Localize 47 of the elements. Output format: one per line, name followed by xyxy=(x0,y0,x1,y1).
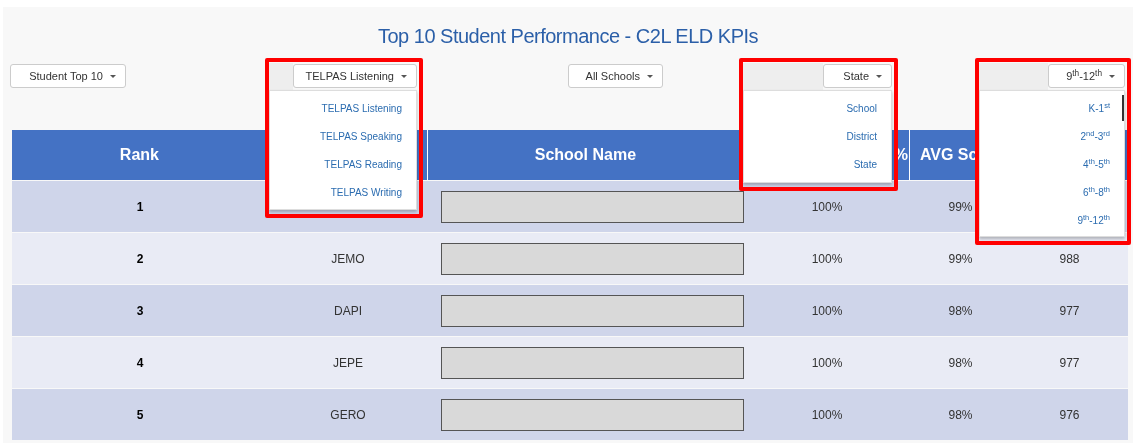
rank-cell-text: 4 xyxy=(136,354,144,372)
rank-cell-text: 3 xyxy=(136,302,144,320)
table-cell-text: 977 xyxy=(1059,302,1080,320)
table-cell-text: 100% xyxy=(811,354,843,372)
menu-item[interactable]: 9$^{th}$-12$^{th}$ xyxy=(980,207,1124,235)
rank-cell-text: 1 xyxy=(136,198,144,216)
caret-icon xyxy=(401,74,407,78)
dropdown-button[interactable]: Student Top 10 xyxy=(10,64,126,88)
column-header: Rank xyxy=(12,130,267,180)
dropdown-button[interactable]: All Schools xyxy=(568,64,663,88)
dropdown-button[interactable]: 9$^{th}$-12$^{th}$ xyxy=(1048,64,1125,88)
menu-item[interactable]: K-1$^{st}$ xyxy=(980,95,1124,123)
dropdown-button[interactable]: TELPAS Listening xyxy=(293,64,417,88)
dropdown-strip xyxy=(979,63,1048,90)
table-cell-text: 100% xyxy=(811,198,843,216)
menu-item[interactable]: TELPAS Reading xyxy=(270,151,416,179)
rank-cell-text: 2 xyxy=(136,250,144,268)
table-cell-text: 988 xyxy=(1059,250,1080,268)
table-cell-text: 100% xyxy=(811,250,843,268)
table-cell-text: 100% xyxy=(811,406,843,424)
table-cell-text: JEMO xyxy=(331,250,365,268)
table-cell-text: DAPI xyxy=(334,302,362,320)
menu-item[interactable]: TELPAS Writing xyxy=(270,179,416,207)
table-cell-text: 100% xyxy=(811,302,843,320)
menu-item[interactable]: TELPAS Listening xyxy=(270,95,416,123)
caret-icon xyxy=(876,74,882,78)
table-cell-text: GERO xyxy=(330,406,366,424)
table-cell-text: 976 xyxy=(1059,406,1080,424)
table-cell-text: 99% xyxy=(948,250,973,268)
dropdown-strip xyxy=(269,63,293,90)
dropdown-button[interactable]: State xyxy=(823,64,892,88)
caret-icon xyxy=(647,74,653,78)
page-title: Top 10 Student Performance - C2L ELD KPIs xyxy=(377,24,759,49)
menu-item[interactable]: State xyxy=(744,151,891,179)
menu-item[interactable]: 6$^{th}$-8$^{th}$ xyxy=(980,179,1124,207)
scrollbar[interactable] xyxy=(1122,95,1124,121)
table-cell-text: 98% xyxy=(948,302,973,320)
table-cell-text: 98% xyxy=(948,406,973,424)
menu-item[interactable]: School xyxy=(744,95,891,123)
rank-cell-text: 5 xyxy=(136,406,144,424)
table-cell-text: JEPE xyxy=(333,354,363,372)
table-cell-text: 977 xyxy=(1059,354,1080,372)
table-cell-text: 99% xyxy=(948,198,973,216)
menu-item[interactable]: TELPAS Speaking xyxy=(270,123,416,151)
caret-icon xyxy=(110,74,116,78)
caret-icon xyxy=(1109,74,1115,78)
table-cell-text: 98% xyxy=(948,354,973,372)
